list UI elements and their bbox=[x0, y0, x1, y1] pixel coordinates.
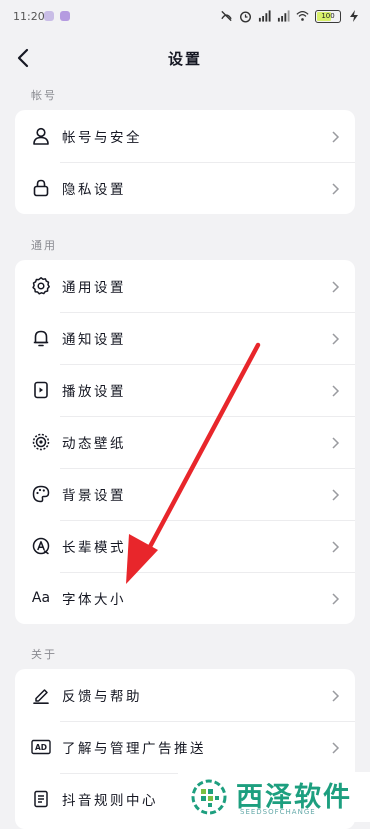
settings-item-label: 字体大小 bbox=[62, 592, 126, 608]
general-card: 通用设置 通知设置 播放设置 动态壁纸 背景设置 长辈模式 Aa 字体大小 bbox=[15, 260, 355, 624]
app-notification-icon bbox=[60, 11, 70, 21]
chevron-right-icon bbox=[331, 539, 340, 553]
status-time: 11:20 bbox=[13, 10, 45, 23]
svg-text:AD: AD bbox=[35, 743, 47, 752]
settings-item-account-security[interactable]: 帐号与安全 bbox=[15, 110, 355, 162]
chevron-right-icon bbox=[331, 279, 340, 293]
settings-item-label: 动态壁纸 bbox=[62, 436, 126, 452]
elder-mode-icon bbox=[30, 535, 52, 557]
bell-icon bbox=[30, 327, 52, 349]
settings-item-label: 播放设置 bbox=[62, 384, 126, 400]
app-notification-icon bbox=[44, 11, 54, 21]
account-card: 帐号与安全 隐私设置 bbox=[15, 110, 355, 214]
chevron-right-icon bbox=[331, 435, 340, 449]
settings-item-ad-management[interactable]: AD 了解与管理广告推送 bbox=[15, 721, 355, 773]
settings-item-label: 通知设置 bbox=[62, 332, 126, 348]
header: 设置 bbox=[0, 36, 370, 80]
status-icons: 100 bbox=[220, 8, 360, 24]
settings-item-feedback[interactable]: 反馈与帮助 bbox=[15, 669, 355, 721]
edit-icon bbox=[30, 684, 52, 706]
user-icon bbox=[30, 125, 52, 147]
chevron-right-icon bbox=[331, 591, 340, 605]
chevron-right-icon bbox=[331, 487, 340, 501]
chevron-right-icon bbox=[331, 383, 340, 397]
settings-item-live-wallpaper[interactable]: 动态壁纸 bbox=[15, 416, 355, 468]
chevron-right-icon bbox=[331, 688, 340, 702]
page-title: 设置 bbox=[167, 50, 202, 68]
section-label-general: 通用 bbox=[31, 239, 57, 252]
settings-item-general[interactable]: 通用设置 bbox=[15, 260, 355, 312]
play-phone-icon bbox=[30, 379, 52, 401]
settings-item-label: 背景设置 bbox=[62, 488, 126, 504]
settings-item-elder-mode[interactable]: 长辈模式 bbox=[15, 520, 355, 572]
watermark: 西泽软件 SEEDSOFCHANGE bbox=[178, 772, 370, 822]
settings-item-notifications[interactable]: 通知设置 bbox=[15, 312, 355, 364]
wallpaper-icon bbox=[30, 431, 52, 453]
settings-item-label: 了解与管理广告推送 bbox=[62, 741, 206, 757]
settings-item-label: 反馈与帮助 bbox=[62, 689, 142, 705]
nfc-off-icon bbox=[220, 10, 233, 23]
font-size-icon: Aa bbox=[31, 590, 51, 606]
watermark-logo bbox=[191, 779, 227, 815]
settings-item-privacy[interactable]: 隐私设置 bbox=[15, 162, 355, 214]
watermark-sub: SEEDSOFCHANGE bbox=[240, 808, 316, 816]
lock-icon bbox=[30, 177, 52, 199]
section-label-about: 关于 bbox=[31, 648, 57, 661]
ad-icon: AD bbox=[30, 736, 52, 758]
signal-icon bbox=[277, 10, 290, 23]
settings-item-label: 抖音规则中心 bbox=[62, 793, 158, 809]
settings-item-playback[interactable]: 播放设置 bbox=[15, 364, 355, 416]
gear-icon bbox=[30, 275, 52, 297]
settings-item-label: 长辈模式 bbox=[62, 540, 126, 556]
chevron-right-icon bbox=[331, 129, 340, 143]
document-icon bbox=[30, 788, 52, 810]
battery-icon: 100 bbox=[315, 9, 341, 23]
status-bar: 11:20 100 bbox=[0, 0, 370, 34]
settings-item-font-size[interactable]: Aa 字体大小 bbox=[15, 572, 355, 624]
chevron-right-icon bbox=[331, 740, 340, 754]
charging-icon bbox=[347, 10, 360, 23]
section-label-account: 帐号 bbox=[31, 89, 57, 102]
settings-item-label: 通用设置 bbox=[62, 280, 126, 296]
signal-icon bbox=[258, 10, 271, 23]
settings-item-label: 帐号与安全 bbox=[62, 130, 142, 146]
alarm-icon bbox=[239, 10, 252, 23]
settings-item-background[interactable]: 背景设置 bbox=[15, 468, 355, 520]
chevron-right-icon bbox=[331, 181, 340, 195]
chevron-right-icon bbox=[331, 331, 340, 345]
settings-item-label: 隐私设置 bbox=[62, 182, 126, 198]
wifi-icon bbox=[296, 10, 309, 23]
palette-icon bbox=[30, 483, 52, 505]
